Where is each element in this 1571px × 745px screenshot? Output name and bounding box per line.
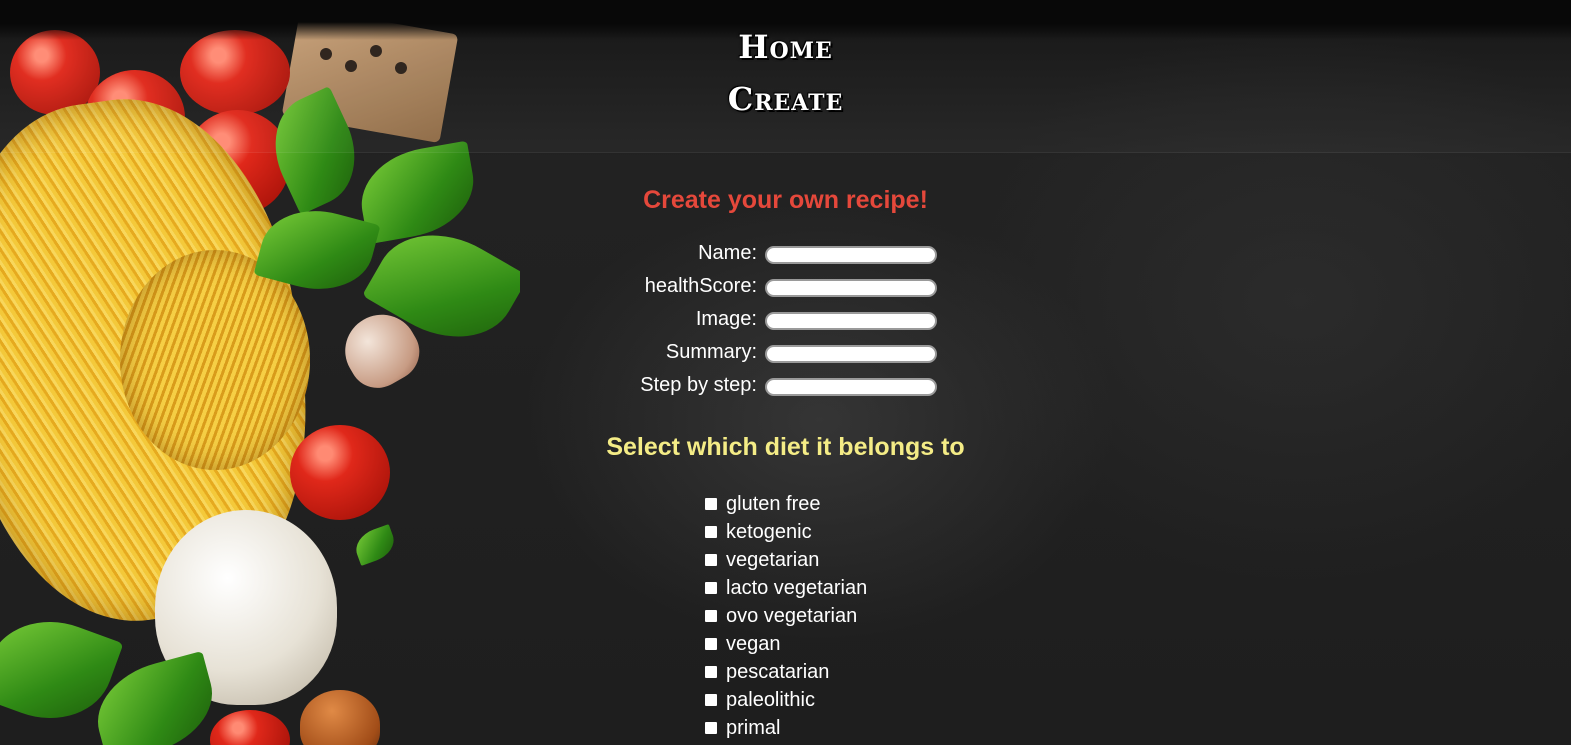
name-label: Name: [698,242,757,264]
field-row-healthscore: healthScore: [0,273,1571,303]
diet-option-ovo-vegetarian: ovo vegetarian [704,602,867,630]
diet-option-ketogenic: ketogenic [704,518,867,546]
diet-checkbox-list: gluten free ketogenic vegetarian lacto v… [704,490,867,742]
diet-option-primal: primal [704,714,867,742]
onion [300,690,380,745]
diet-label: ketogenic [726,520,812,543]
name-input[interactable] [765,246,937,264]
healthscore-label: healthScore: [644,275,757,297]
steps-input[interactable] [765,378,937,396]
nav-bar [0,0,1571,153]
steps-label: Step by step: [640,374,757,396]
diet-label: pescatarian [726,660,830,683]
field-row-summary: Summary: [0,339,1571,369]
diet-checkbox[interactable] [705,526,717,538]
diet-checkbox[interactable] [705,638,717,650]
basil-leaf [351,524,399,566]
diet-label: gluten free [726,492,821,515]
diet-checkbox[interactable] [705,666,717,678]
diet-option-lacto-vegetarian: lacto vegetarian [704,574,867,602]
diet-label: lacto vegetarian [726,576,868,599]
diet-label: ovo vegetarian [726,604,858,627]
healthscore-input[interactable] [765,279,937,297]
diet-option-vegan: vegan [704,630,867,658]
diet-checkbox[interactable] [705,722,717,734]
diet-label: paleolithic [726,688,815,711]
diet-label: primal [726,716,781,739]
field-row-steps: Step by step: [0,372,1571,402]
diet-option-gluten-free: gluten free [704,490,867,518]
diet-section-title: Select which diet it belongs to [606,433,965,461]
form-title: Create your own recipe! [643,186,928,214]
tomato [210,710,290,745]
summary-input[interactable] [765,345,937,363]
diet-checkbox[interactable] [705,694,717,706]
field-row-image: Image: [0,306,1571,336]
diet-checkbox[interactable] [705,582,717,594]
diet-checkbox[interactable] [705,554,717,566]
summary-label: Summary: [665,341,757,363]
diet-option-paleolithic: paleolithic [704,686,867,714]
field-row-name: Name: [0,240,1571,270]
image-label: Image: [695,308,757,330]
image-input[interactable] [765,312,937,330]
diet-checkbox[interactable] [705,498,717,510]
diet-option-vegetarian: vegetarian [704,546,867,574]
nav-home-link[interactable]: Home [0,28,1571,66]
nav-create-link[interactable]: Create [0,80,1571,118]
diet-option-pescatarian: pescatarian [704,658,867,686]
diet-label: vegan [726,632,781,655]
diet-checkbox[interactable] [705,610,717,622]
diet-label: vegetarian [726,548,820,571]
